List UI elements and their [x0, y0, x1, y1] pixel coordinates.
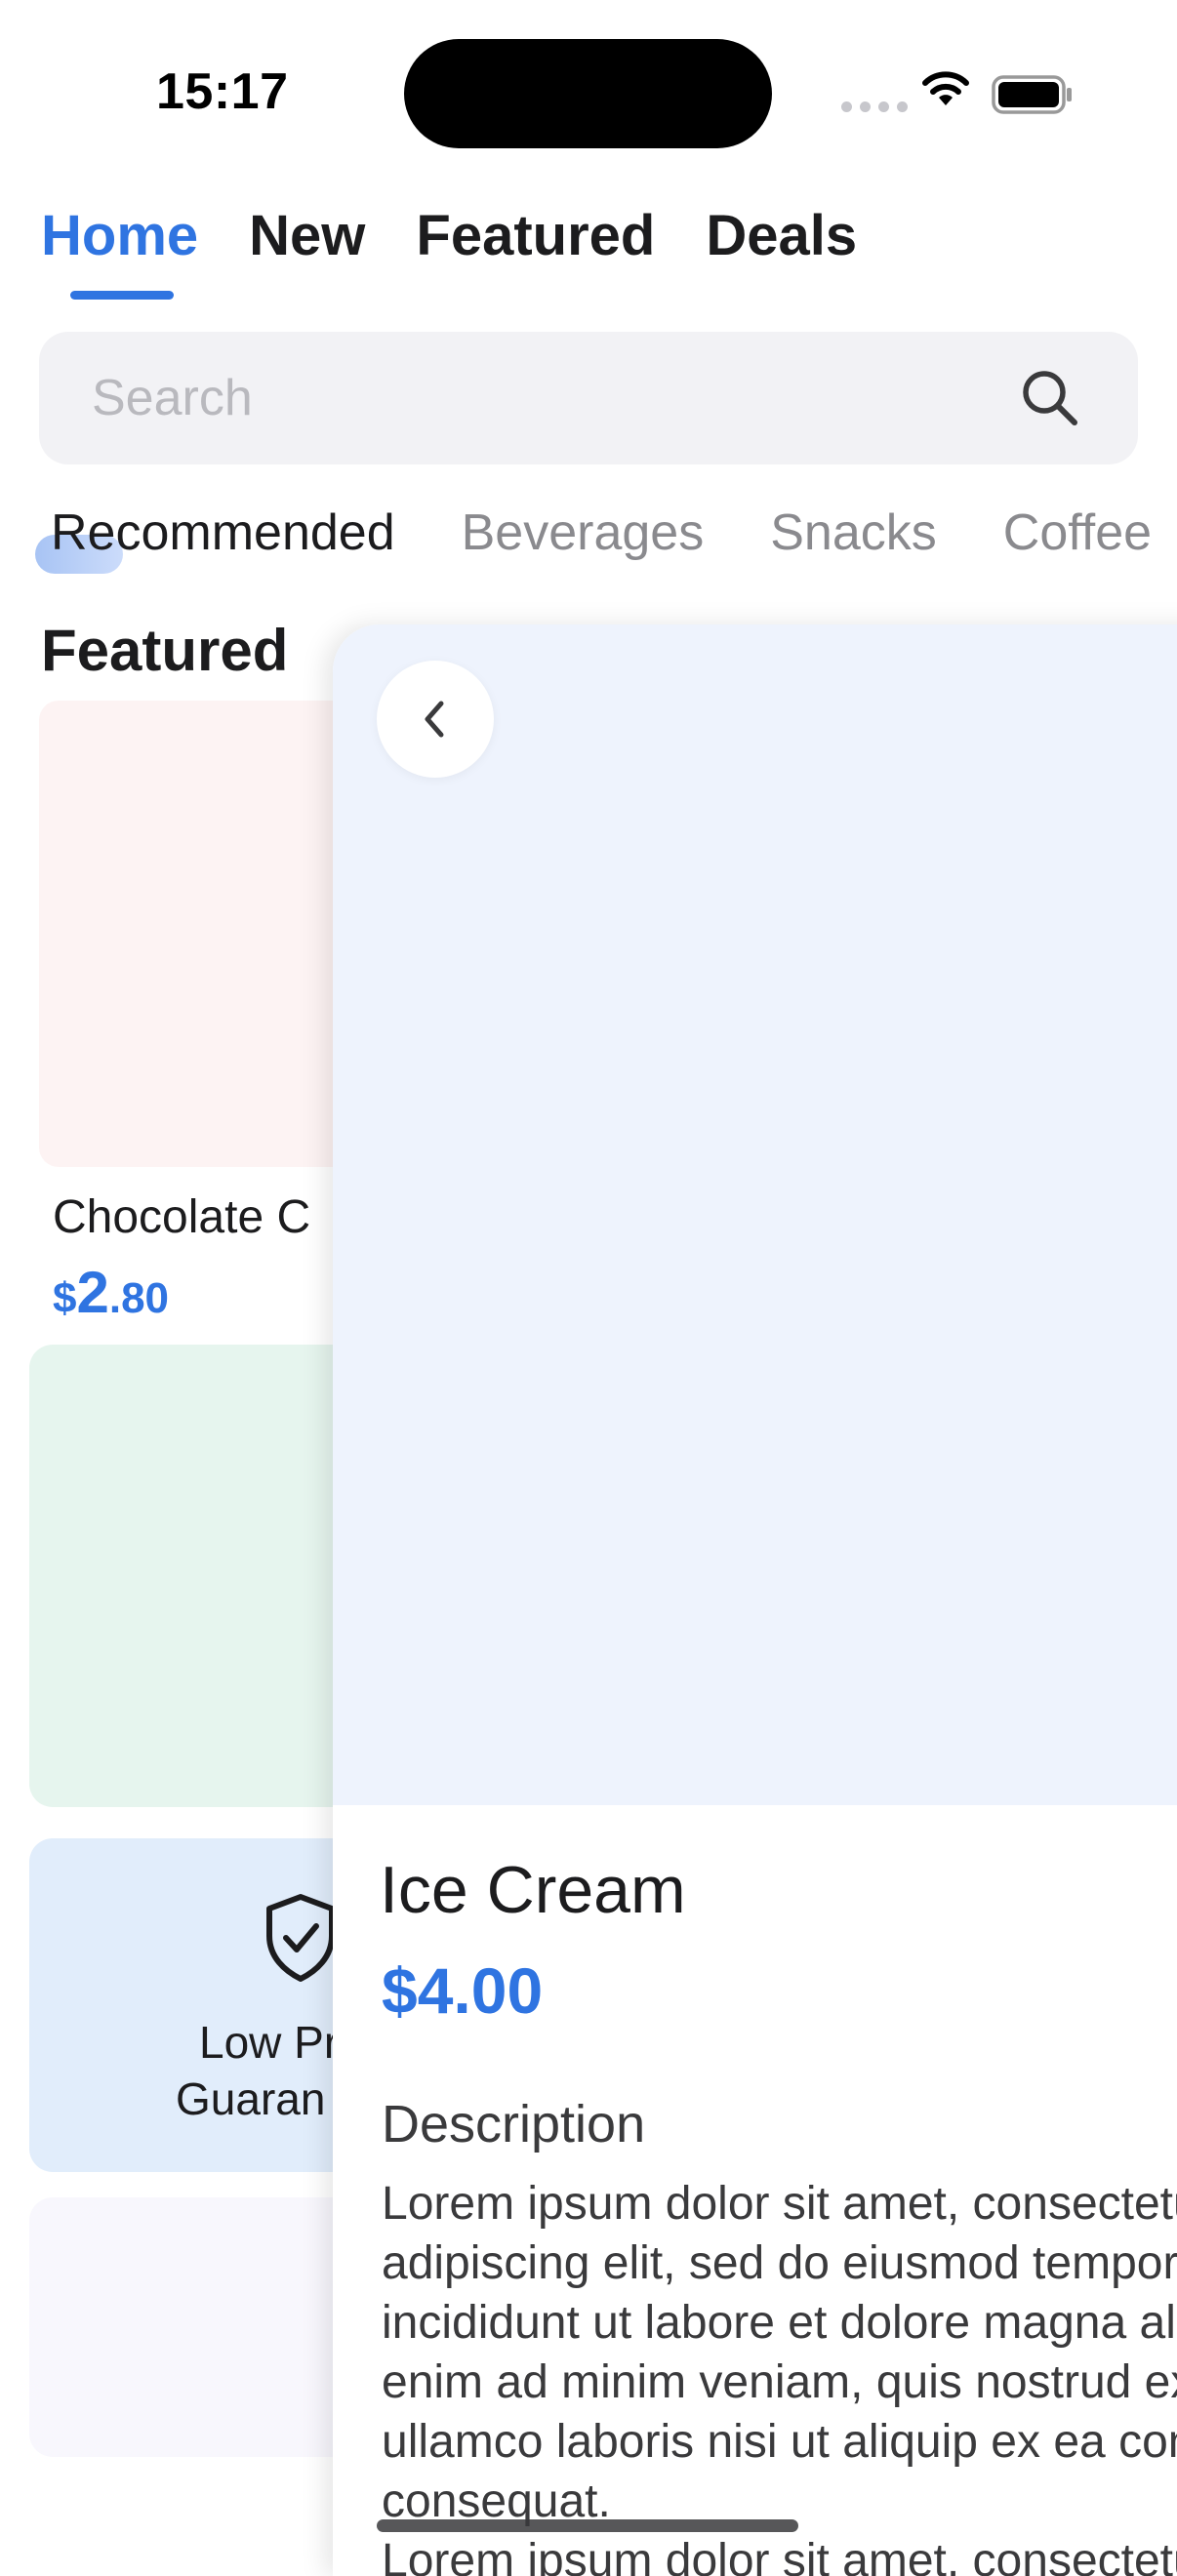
category-coffee[interactable]: Coffee — [1003, 503, 1152, 562]
category-snacks[interactable]: Snacks — [770, 503, 937, 562]
category-beverages[interactable]: Beverages — [462, 503, 705, 562]
chevron-left-icon — [425, 701, 444, 738]
description-heading: Description — [382, 2095, 646, 2153]
product-detail-sheet: Ice Cream $4.00 Description Lorem ipsum … — [333, 624, 1177, 2576]
category-bar: Recommended Beverages Snacks Coffee — [51, 503, 1152, 562]
shield-check-icon — [266, 1894, 335, 1982]
description-line: ullamco laboris nisi ut aliquip ex ea co… — [382, 2416, 1177, 2468]
product-detail-image — [333, 624, 1177, 1805]
wifi-icon — [922, 71, 969, 105]
description-text: Lorem ipsum dolor sit amet, consectetur … — [382, 2174, 1177, 2576]
guarantee-text-line2: Guaran — [176, 2073, 326, 2124]
price-whole: 2 — [76, 1260, 109, 1325]
status-time: 15:17 — [156, 63, 289, 120]
description-line: Lorem ipsum dolor sit amet, consectetur — [382, 2535, 1177, 2576]
tab-new[interactable]: New — [249, 206, 365, 266]
active-tab-indicator — [70, 291, 174, 300]
tab-deals[interactable]: Deals — [706, 206, 857, 266]
tab-home[interactable]: Home — [41, 206, 198, 266]
search-placeholder: Search — [92, 370, 253, 426]
description-line: incididunt ut labore et dolore magna ali… — [382, 2297, 1177, 2349]
category-recommended[interactable]: Recommended — [51, 503, 395, 562]
cellular-signal-icon — [841, 101, 908, 112]
product-detail-title: Ice Cream — [380, 1853, 686, 1927]
dynamic-island — [404, 39, 772, 148]
description-line: enim ad minim veniam, quis nostrud exerc… — [382, 2356, 1177, 2408]
tab-featured[interactable]: Featured — [416, 206, 655, 266]
battery-icon — [992, 75, 1072, 114]
product-detail-price: $4.00 — [382, 1954, 544, 2027]
home-indicator[interactable] — [377, 2519, 798, 2532]
price-fraction: .80 — [108, 1274, 170, 1322]
product-card-name: Chocolate C — [53, 1191, 311, 1243]
featured-section-title: Featured — [41, 618, 289, 683]
top-tab-bar: Home New Featured Deals — [41, 206, 857, 266]
back-button[interactable] — [377, 661, 494, 778]
price-currency: $ — [53, 1274, 77, 1322]
guarantee-text-line1: Low Pr — [199, 2017, 340, 2068]
description-line: Lorem ipsum dolor sit amet, consectetur — [382, 2178, 1177, 2230]
product-card-price: $2.80 — [53, 1259, 169, 1326]
description-line: adipiscing elit, sed do eiusmod tempor — [382, 2237, 1177, 2289]
search-icon[interactable] — [1019, 367, 1081, 429]
